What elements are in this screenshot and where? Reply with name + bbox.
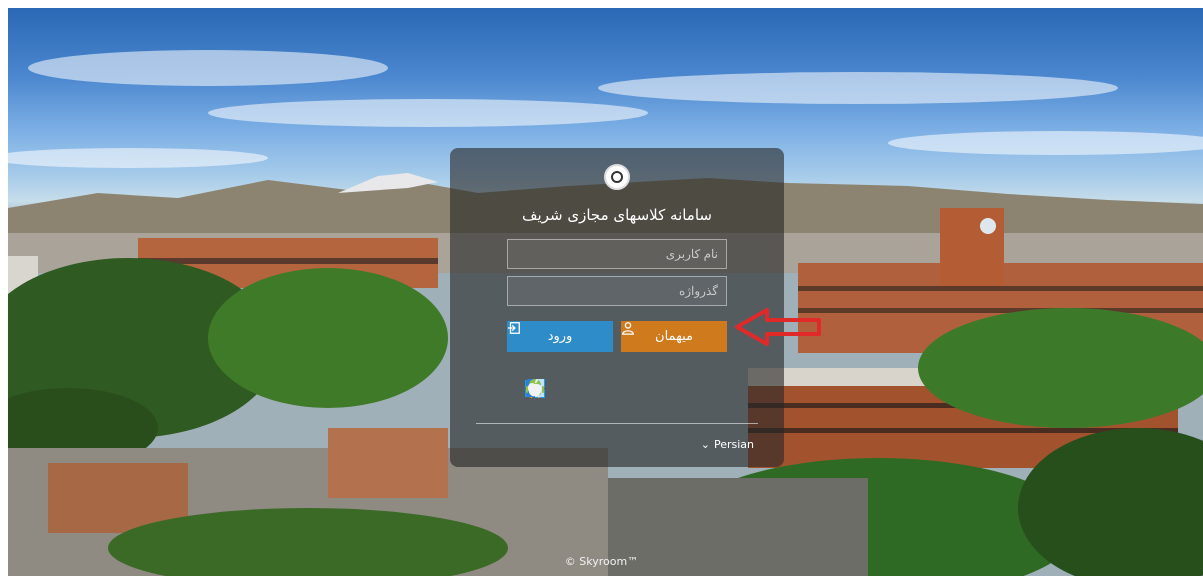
username-input[interactable] — [507, 239, 727, 269]
guest-button[interactable]: میهمان — [621, 321, 727, 352]
annotation-arrow-icon — [735, 308, 821, 346]
guest-button-label: میهمان — [655, 329, 693, 344]
divider — [476, 423, 758, 424]
footer-copyright: © Skyroom™ — [564, 555, 639, 568]
sign-in-icon — [507, 322, 520, 334]
password-input[interactable] — [507, 276, 727, 306]
login-button-label: ورود — [547, 329, 573, 344]
user-icon — [622, 322, 634, 335]
language-selected: Persian — [713, 438, 754, 451]
page-title: سامانه کلاسهای مجازی شریف — [522, 206, 712, 224]
platform-downloads — [524, 377, 714, 403]
language-selector[interactable]: ⌄ Persian — [701, 438, 754, 451]
background-photo: سامانه کلاسهای مجازی شریف ورود میهمان — [8, 8, 1203, 576]
login-button[interactable]: ورود — [507, 321, 613, 352]
apple-icon[interactable] — [524, 377, 546, 399]
chevron-down-icon: ⌄ — [700, 438, 710, 451]
university-logo-icon — [604, 164, 630, 190]
